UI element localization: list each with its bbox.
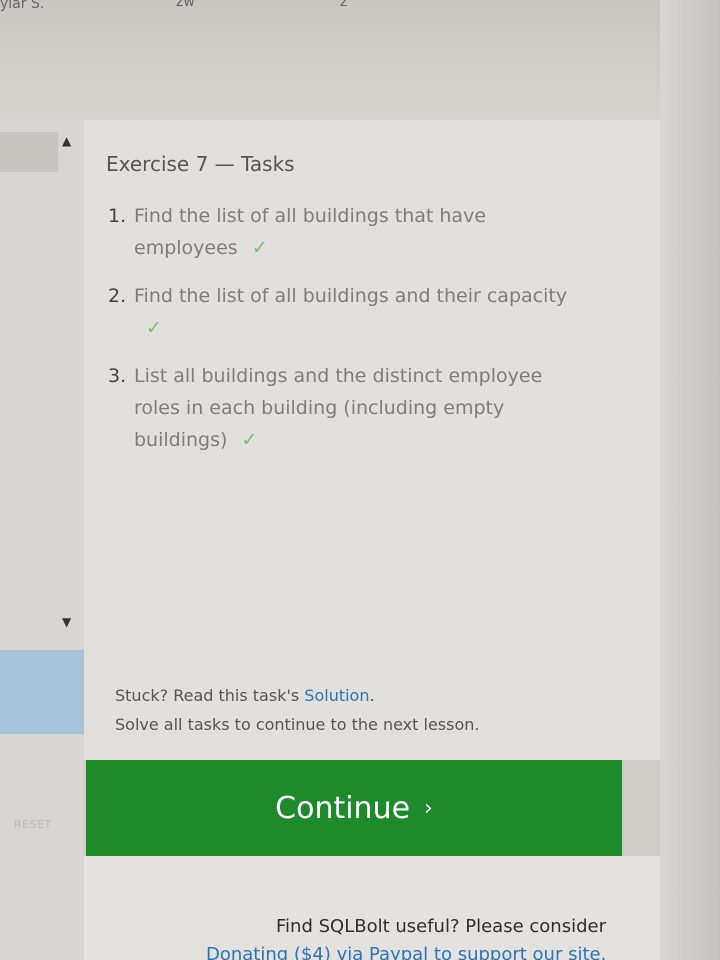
- task-item-3: 3. List all buildings and the distinct em…: [108, 360, 578, 456]
- top-fragment-right: z: [340, 0, 348, 10]
- reset-button[interactable]: RESET: [14, 818, 52, 831]
- task-number: 3.: [108, 365, 127, 387]
- scroll-up-icon[interactable]: ▲: [62, 134, 71, 148]
- donate-link[interactable]: Donating ($4) via Paypal to support our …: [206, 944, 606, 960]
- right-edge: [660, 0, 720, 960]
- chevron-right-icon: ›: [424, 795, 433, 821]
- promo-text: Find SQLBolt useful? Please consider: [276, 916, 606, 937]
- scroll-down-icon[interactable]: ▼: [62, 615, 71, 629]
- continue-label: Continue: [275, 790, 411, 826]
- task-number: 1.: [108, 205, 127, 227]
- top-strip: ylar S. zw z: [0, 0, 720, 120]
- task-item-2: 2. Find the list of all buildings and the…: [108, 280, 578, 344]
- task-number: 2.: [108, 285, 127, 307]
- check-icon: ✓: [241, 429, 258, 451]
- continue-button[interactable]: Continue ›: [86, 760, 622, 856]
- task-text: Find the list of all buildings and their…: [134, 285, 568, 307]
- stuck-hint: Stuck? Read this task's Solution.: [115, 686, 375, 705]
- check-icon: ✓: [146, 317, 162, 339]
- task-text: employees: [134, 237, 238, 259]
- task-text: buildings): [134, 429, 228, 451]
- task-text: Find the list of all buildings that have: [134, 205, 487, 227]
- top-fragment-left: ylar S.: [0, 0, 45, 12]
- task-text: List all buildings and the distinct empl…: [134, 365, 543, 387]
- solution-link[interactable]: Solution: [304, 686, 369, 705]
- stuck-suffix: .: [369, 686, 375, 705]
- query-editor-highlight[interactable]: [0, 650, 84, 734]
- top-fragment-mid: zw: [176, 0, 195, 10]
- task-item-1: 1. Find the list of all buildings that ha…: [108, 200, 578, 264]
- editor-scroll-block: [0, 132, 58, 172]
- left-panel: [0, 120, 84, 960]
- exercise-title: Exercise 7 — Tasks: [106, 152, 295, 176]
- stuck-prefix: Stuck? Read this task's: [115, 686, 300, 705]
- solve-hint: Solve all tasks to continue to the next …: [115, 715, 480, 734]
- check-icon: ✓: [251, 237, 268, 259]
- task-text: roles in each building (including empty: [134, 397, 505, 419]
